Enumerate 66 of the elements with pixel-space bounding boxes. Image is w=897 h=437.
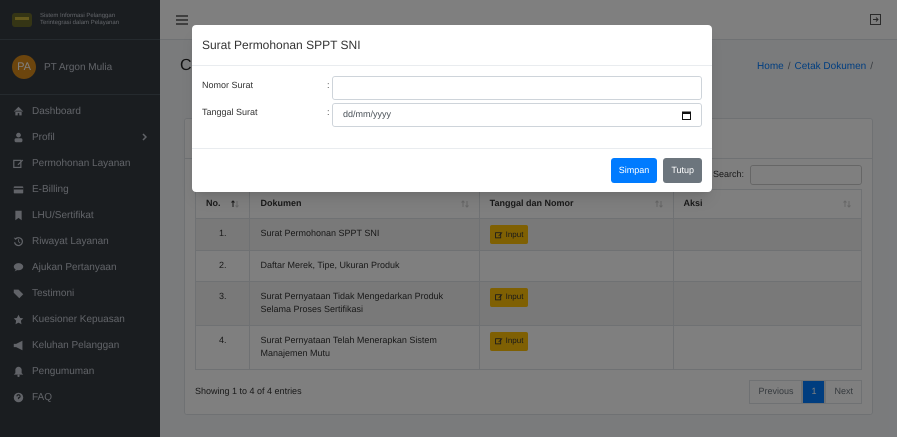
close-button[interactable]: Tutup	[663, 158, 702, 183]
breadcrumb-link[interactable]: Cetak Dokumen	[794, 58, 866, 74]
help-icon	[13, 392, 24, 402]
logo-icon	[12, 12, 32, 26]
table-cell: 2.	[218, 260, 226, 270]
tags-icon	[13, 288, 24, 298]
page-title: C	[180, 56, 192, 76]
modal-title: Surat Permohonan SPPT SNI	[202, 37, 361, 54]
user-avatar: PA	[12, 55, 36, 79]
table-cell-text: Surat Permohonan SPPT SNI	[260, 227, 380, 240]
history-icon	[13, 236, 24, 246]
user-name: PT Argon Mulia	[44, 60, 112, 74]
column-header[interactable]: No.	[206, 197, 220, 211]
field-label: Nomor Surat	[202, 79, 254, 92]
table-cell: 4.	[218, 334, 226, 344]
breadcrumb-link[interactable]: Home	[757, 58, 784, 74]
input-button[interactable]: Input	[490, 332, 528, 350]
breadcrumb-separator: /	[870, 60, 873, 74]
sidebar-item[interactable]: Profil	[0, 124, 160, 150]
field-label: Tanggal Surat	[202, 106, 259, 119]
sidebar-item[interactable]: Riwayat Layanan	[0, 228, 160, 254]
column-header[interactable]: Dokumen	[260, 197, 302, 211]
home-icon	[13, 106, 24, 116]
date-field[interactable]: dd/mm/yyyy	[332, 103, 702, 127]
star-icon	[13, 314, 24, 324]
sidebar-item[interactable]: Permohonan Layanan	[0, 150, 160, 176]
sidebar-item[interactable]: LHU/Sertifikat	[0, 202, 160, 228]
sidebar-item[interactable]: Keluhan Pelanggan	[0, 332, 160, 358]
entries-info: Showing 1 to 4 of 4 entries	[195, 384, 302, 398]
breadcrumb-separator: /	[788, 60, 791, 74]
calendar-icon[interactable]	[682, 110, 691, 120]
search-label: Search:	[712, 168, 744, 182]
table-cell-text: Daftar Merek, Tipe, Ukuran Produk	[260, 259, 401, 272]
input-button[interactable]: Input	[490, 225, 528, 244]
table-cell: 3.	[218, 290, 226, 300]
input-button[interactable]: Input	[490, 288, 528, 306]
sidebar-item[interactable]: Dashboard	[0, 98, 160, 124]
save-button[interactable]: Simpan	[610, 158, 658, 183]
text-field[interactable]	[332, 76, 702, 100]
sidebar-item[interactable]: Ajukan Pertanyaan	[0, 254, 160, 280]
chevron-icon	[142, 133, 147, 141]
sidebar-item[interactable]: Testimoni	[0, 280, 160, 306]
sidebar-item[interactable]: E-Billing	[0, 176, 160, 202]
sidebar-item[interactable]: Kuesioner Kepuasan	[0, 306, 160, 332]
menu-icon[interactable]	[176, 14, 188, 24]
bell-icon	[13, 366, 24, 376]
sidebar-item[interactable]: FAQ	[0, 384, 160, 410]
sidebar-item[interactable]: Pengumuman	[0, 358, 160, 384]
edit-icon	[494, 337, 503, 345]
table-cell: 1.	[218, 228, 226, 238]
bookmark-icon	[13, 210, 24, 220]
megaphone-icon	[13, 340, 24, 350]
colon-text: :	[327, 79, 331, 92]
table-cell-text: Surat Pernyataan Tidak Mengedarkan Produk Selama Proses Sertifikasi	[260, 290, 444, 316]
edit-icon	[494, 230, 503, 238]
logout-icon[interactable]	[870, 14, 881, 25]
table-cell-text: Surat Pernyataan Telah Menerapkan Sistem Manajemen Mutu	[260, 334, 438, 360]
chat-icon	[13, 262, 24, 272]
search-field[interactable]	[750, 165, 862, 185]
edit-icon	[13, 158, 24, 168]
column-header[interactable]: Aksi	[684, 197, 703, 211]
credit-card-icon	[13, 184, 24, 194]
page-button[interactable]: 1	[802, 380, 826, 404]
edit-icon	[494, 293, 503, 301]
user-icon	[13, 132, 24, 142]
colon-text: :	[327, 106, 331, 119]
